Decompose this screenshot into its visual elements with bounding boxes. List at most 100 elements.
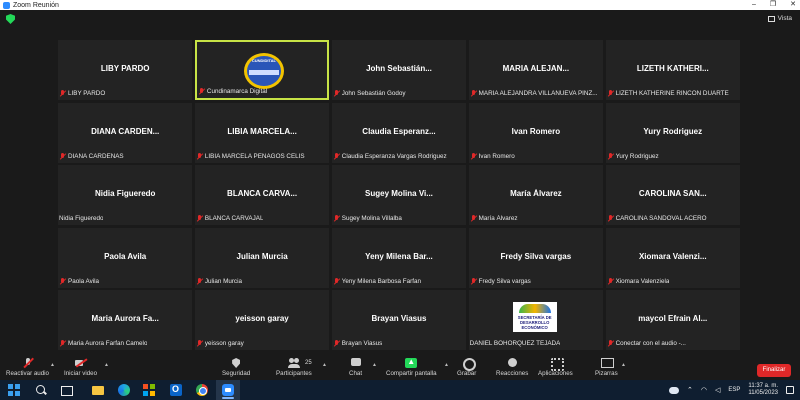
muted-mic-icon xyxy=(607,90,614,97)
meeting-toolbar: Reactivar audio ▲ Iniciar video ▲ Seguri… xyxy=(0,357,800,380)
audio-options-caret[interactable]: ▲ xyxy=(50,362,55,368)
participant-tile[interactable]: LIBIA MARCELA... LIBIA MARCELA PENAGOS CE… xyxy=(194,102,330,163)
reactions-button[interactable]: Reacciones xyxy=(496,358,528,377)
muted-mic-icon xyxy=(333,152,340,160)
muted-mic-icon xyxy=(59,340,66,347)
participant-name-label: Julian Murcia xyxy=(196,277,329,286)
participant-tile[interactable]: Maria Aurora Fa... Maria Aurora Farfan Ca… xyxy=(58,290,193,350)
close-button[interactable]: ✕ xyxy=(790,0,796,10)
reactions-label: Reacciones xyxy=(496,370,529,377)
participant-name: Ivan Romero xyxy=(478,152,515,160)
record-button[interactable]: Grabar xyxy=(457,358,476,377)
language-indicator[interactable]: ESP xyxy=(728,387,740,393)
notifications-icon[interactable] xyxy=(786,386,794,394)
participant-name: María Álvarez xyxy=(478,215,518,222)
windows-start-icon[interactable] xyxy=(8,384,20,396)
outlook-icon[interactable] xyxy=(170,384,182,396)
apps-button[interactable]: Aplicaciones xyxy=(538,358,573,377)
cundinamarca-logo-icon: CUNDIDITAL xyxy=(243,53,284,89)
start-video-button[interactable]: Iniciar video xyxy=(64,358,97,377)
start-video-label: Iniciar video xyxy=(64,370,98,377)
participant-tile[interactable]: Claudia Esperanz... Claudia Esperanza Var… xyxy=(331,102,467,163)
search-icon[interactable] xyxy=(35,384,47,396)
participant-name: Julian Murcia xyxy=(204,277,242,285)
participant-tile[interactable]: María Álvarez María Álvarez xyxy=(468,165,604,225)
participant-tile[interactable]: John Sebastián... John Sebastián Godoy xyxy=(331,40,467,100)
chat-options-caret[interactable]: ▲ xyxy=(372,362,377,368)
whiteboards-button[interactable]: Pizarras xyxy=(595,358,618,377)
participant-tile[interactable]: SECRETARÍA DE DESARROLLO ECONÓMICO DANIEL… xyxy=(468,290,604,350)
tray-overflow-icon[interactable]: ⌃ xyxy=(687,386,693,394)
participant-name-label: MARIA ALEJANDRA VILLANUEVA PINZ... xyxy=(470,89,603,98)
chat-button[interactable]: Chat xyxy=(349,358,362,377)
volume-icon[interactable]: ◁ xyxy=(715,386,720,394)
participant-tile[interactable]: Brayan Viasus Brayan Viasus xyxy=(331,290,467,350)
share-options-caret[interactable]: ▲ xyxy=(444,362,449,368)
microsoft-store-icon[interactable] xyxy=(143,384,155,396)
participant-tile[interactable]: Paola Avila Paola Avila xyxy=(58,227,193,288)
participant-name-label: DANIEL BOHÓRQUEZ TEJADA xyxy=(470,339,603,348)
participant-tile[interactable]: maycol Efrain Al... Conectar con el audio… xyxy=(605,290,740,350)
participant-name: Sugey Molina Villalba xyxy=(341,215,402,222)
participant-tile[interactable]: Julian Murcia Julian Murcia xyxy=(194,227,330,288)
participant-display-name: Claudia Esperanz... xyxy=(362,126,436,136)
participant-name-label: Ivan Romero xyxy=(470,152,603,161)
participant-tile[interactable]: LIZETH KATHERI... LIZETH KATHERINE RINCON… xyxy=(605,40,740,100)
participant-display-name: MARIA ALEJAN... xyxy=(502,64,570,73)
file-explorer-icon[interactable] xyxy=(92,384,104,396)
participant-tile[interactable]: yeisson garay yeisson garay xyxy=(194,290,330,350)
participant-tile[interactable]: Yeny Milena Bar... Yeny Milena Barbosa Fa… xyxy=(331,227,467,288)
participant-tile[interactable]: CUNDIDITAL Cundinamarca Digital xyxy=(194,40,330,100)
unmute-button[interactable]: Reactivar audio xyxy=(6,358,49,377)
weather-icon[interactable] xyxy=(669,386,680,394)
zoom-logo-icon xyxy=(3,1,10,9)
task-view-icon[interactable] xyxy=(60,384,73,396)
muted-mic-icon xyxy=(196,152,203,160)
participant-tile[interactable]: Yury Rodriguez Yury Rodriguez xyxy=(605,102,740,163)
security-shield-icon[interactable] xyxy=(6,14,15,24)
participant-tile[interactable]: Xiomara Valenzi... Xiomara Valenziela xyxy=(605,227,740,288)
participant-tile[interactable]: LIBY PARDO LIBY PARDO xyxy=(58,40,193,100)
clock-date: 11/05/2023 xyxy=(748,390,778,396)
participant-tile[interactable]: CAROLINA SAN... CAROLINA SANDOVAL ACERO xyxy=(605,165,740,225)
participants-label: Participantes xyxy=(276,370,312,377)
participant-tile[interactable]: DIANA CARDEN... DIANA CARDENAS xyxy=(58,102,193,163)
security-button[interactable]: Seguridad xyxy=(222,358,250,377)
participant-tile[interactable]: MARIA ALEJAN... MARIA ALEJANDRA VILLANUEV… xyxy=(468,40,604,100)
muted-mic-icon xyxy=(59,277,66,285)
participant-name-label: CAROLINA SANDOVAL ACERO xyxy=(607,214,740,223)
wifi-icon[interactable]: ◠ xyxy=(701,386,707,394)
participant-display-name: yeisson garay xyxy=(235,314,289,323)
participant-tile[interactable]: BLANCA CARVA... BLANCA CARVAJAL xyxy=(194,165,330,225)
participant-display-name: Fredy Silva vargas xyxy=(500,251,572,261)
clock[interactable]: 11:37 a. m. 11/05/2023 xyxy=(748,383,778,397)
participant-name: Yury Rodriguez xyxy=(615,152,659,160)
zoom-app-icon[interactable] xyxy=(222,384,234,396)
participant-name-label: LIBY PARDO xyxy=(59,89,192,98)
record-icon xyxy=(461,358,476,371)
participants-options-caret[interactable]: ▲ xyxy=(322,362,327,368)
video-options-caret[interactable]: ▲ xyxy=(104,362,109,368)
muted-mic-icon xyxy=(607,152,614,160)
participant-display-name: maycol Efrain Al... xyxy=(638,314,708,323)
whiteboards-options-caret[interactable]: ▲ xyxy=(621,362,626,368)
participant-tile[interactable]: Fredy Silva vargas Fredy Silva vargas xyxy=(468,227,604,288)
participant-name: LIZETH KATHERINE RINCON DUARTE xyxy=(615,90,729,97)
participant-tile[interactable]: Nidia Figueredo Nidia Figueredo xyxy=(58,165,193,225)
muted-mic-icon xyxy=(333,215,340,222)
muted-mic-icon xyxy=(333,277,340,285)
participant-name-label: John Sebastián Godoy xyxy=(333,89,466,98)
participant-tile[interactable]: Ivan Romero Ivan Romero xyxy=(468,102,604,163)
maximize-button[interactable]: ❐ xyxy=(770,0,776,10)
participant-name-label: Paola Avila xyxy=(59,277,192,286)
share-screen-button[interactable]: Compartir pantalla xyxy=(386,357,437,377)
end-meeting-button[interactable]: Finalizar xyxy=(757,364,791,377)
edge-browser-icon[interactable] xyxy=(118,384,130,396)
participant-name: Nidia Figueredo xyxy=(59,215,104,222)
participant-tile[interactable]: Sugey Molina Vi... Sugey Molina Villalba xyxy=(331,165,467,225)
meeting-topbar: Vista xyxy=(0,10,800,28)
chrome-icon[interactable] xyxy=(196,384,208,396)
view-button[interactable]: Vista xyxy=(767,15,792,22)
logo-band xyxy=(248,70,279,75)
minimize-button[interactable]: – xyxy=(752,0,756,10)
